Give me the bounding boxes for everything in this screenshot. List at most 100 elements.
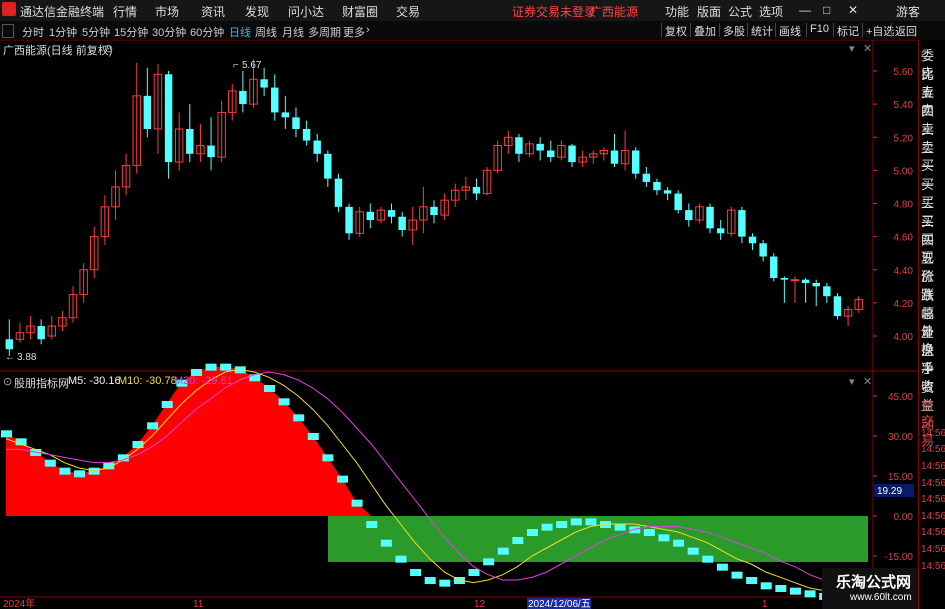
candle-body-down	[430, 206, 438, 216]
osc-step-block	[44, 459, 56, 467]
osc-step-block	[395, 555, 407, 563]
candle-body-down	[239, 90, 247, 105]
osc-step-block	[687, 547, 699, 555]
price-tick-label: 4.80	[894, 200, 914, 211]
price-tick-label: 4.60	[894, 233, 914, 244]
price-tick-label: 4.40	[894, 266, 914, 277]
candle-body-up	[790, 279, 800, 282]
osc-step-block	[424, 577, 436, 584]
candle-body-down	[653, 181, 661, 191]
candle-body-down	[610, 150, 619, 164]
candle-body-down	[186, 128, 194, 154]
osc-step-block	[161, 401, 173, 408]
chart-settings-icon[interactable]: ⊙	[104, 42, 113, 55]
osc-step-block	[585, 518, 597, 526]
chevron-down-icon-2[interactable]: ▾	[849, 375, 855, 388]
candle-body-down	[812, 283, 820, 287]
candle-body-down	[632, 150, 640, 174]
osc-step-block	[702, 555, 714, 563]
low-marker: ←	[5, 352, 15, 363]
side-panel-item[interactable]: 14:56	[921, 494, 945, 505]
main-chart-title: 广西能源(日线 前复权)	[3, 45, 113, 57]
chart-svg[interactable]: 5.60 5.40 5.20 5.00 4.80 4.60 4.40 4.20 4.00 ⌐ 5.6…	[0, 0, 918, 609]
candle-body-down	[706, 206, 714, 229]
candle-body-down	[685, 210, 693, 221]
close-indicator-icon[interactable]: ✕	[863, 375, 872, 388]
close-chart-icon[interactable]: ✕	[863, 42, 872, 55]
osc-step-block	[746, 577, 758, 584]
m20-label: M20: -29.61	[174, 375, 233, 387]
osc-step-block	[673, 539, 685, 547]
osc-tick-label: 0.00	[894, 512, 914, 523]
price-tick-label: 4.00	[894, 332, 914, 343]
candle-body-down	[833, 296, 842, 317]
osc-step-block	[789, 587, 801, 595]
candle-body-down	[642, 173, 651, 182]
price-tick-label: 4.20	[894, 299, 914, 310]
osc-step-block	[410, 569, 422, 576]
candle-body-down	[398, 216, 406, 230]
high-price-label: 5.67	[242, 60, 262, 71]
indicator-name: 股朋指标网	[14, 378, 69, 390]
osc-step-block	[497, 547, 509, 555]
side-panel-item[interactable]: 14:56	[921, 544, 945, 555]
side-panel-item[interactable]: 14:56	[921, 527, 945, 538]
osc-step-block	[512, 537, 524, 544]
watermark-url: www.60lt.com	[850, 592, 912, 603]
osc-tick-label: 15.00	[888, 472, 913, 483]
side-panel-item[interactable]: 14:56	[921, 461, 945, 472]
date-label: 12	[474, 599, 486, 609]
candle-body-down	[770, 256, 778, 279]
candle-body-down	[823, 286, 831, 297]
indicator-settings-icon[interactable]: ⊙	[3, 375, 12, 388]
candle-body-down	[164, 74, 173, 163]
osc-step-block	[147, 422, 159, 430]
date-label-highlight: 2024/12/06/五	[528, 599, 591, 609]
date-label: 11	[193, 599, 204, 609]
osc-step-block	[59, 467, 71, 475]
osc-step-block	[263, 385, 275, 392]
candle-body-down	[207, 145, 215, 158]
osc-step-block	[760, 582, 772, 590]
m10-label: M10: -30.78	[118, 375, 177, 387]
candle-body-down	[780, 278, 789, 280]
candle-body-down	[515, 137, 523, 154]
price-tick-label: 5.20	[894, 133, 914, 144]
candle-body-down	[663, 190, 672, 194]
osc-step-block	[556, 521, 568, 528]
high-marker: ⌐	[233, 60, 239, 71]
candle-body-down	[568, 145, 576, 163]
side-panel-item[interactable]: 14:56	[921, 561, 945, 572]
osc-step-block	[366, 521, 378, 528]
osc-step-block	[658, 534, 670, 542]
osc-step-block	[322, 454, 334, 462]
chevron-down-icon[interactable]: ▾	[849, 42, 855, 55]
side-panel-item[interactable]: 14:56	[921, 444, 945, 455]
osc-step-block	[88, 467, 100, 475]
candle-body-down	[334, 178, 343, 207]
candle-body-down	[302, 128, 311, 141]
m5-label: M5: -30.16	[68, 375, 121, 387]
side-panel-item[interactable]: 14:56	[921, 428, 945, 439]
osc-step-block	[541, 523, 553, 531]
candle-body-down	[759, 243, 767, 257]
osc-step-block	[570, 518, 582, 526]
side-panel-item[interactable]: 14:56	[921, 511, 945, 522]
osc-step-block	[351, 499, 363, 507]
osc-step-block	[775, 585, 787, 592]
price-tick-label: 5.00	[894, 166, 914, 177]
candle-body-down	[292, 117, 300, 129]
candle-body-down	[5, 339, 14, 350]
side-panel-item[interactable]: 14:56	[921, 478, 945, 489]
candle-body-down	[260, 79, 268, 88]
watermark: 乐淘公式网 www.60lt.com	[822, 568, 918, 609]
osc-step-block	[483, 558, 495, 566]
osc-step-block	[278, 398, 290, 406]
osc-step-block	[614, 523, 626, 531]
candle-body-down	[748, 236, 757, 244]
candle-body-down	[37, 326, 45, 340]
candle-body-down	[313, 140, 321, 154]
osc-step-block	[526, 529, 538, 536]
osc-step-block	[220, 363, 232, 371]
candle-body-down	[801, 279, 810, 283]
